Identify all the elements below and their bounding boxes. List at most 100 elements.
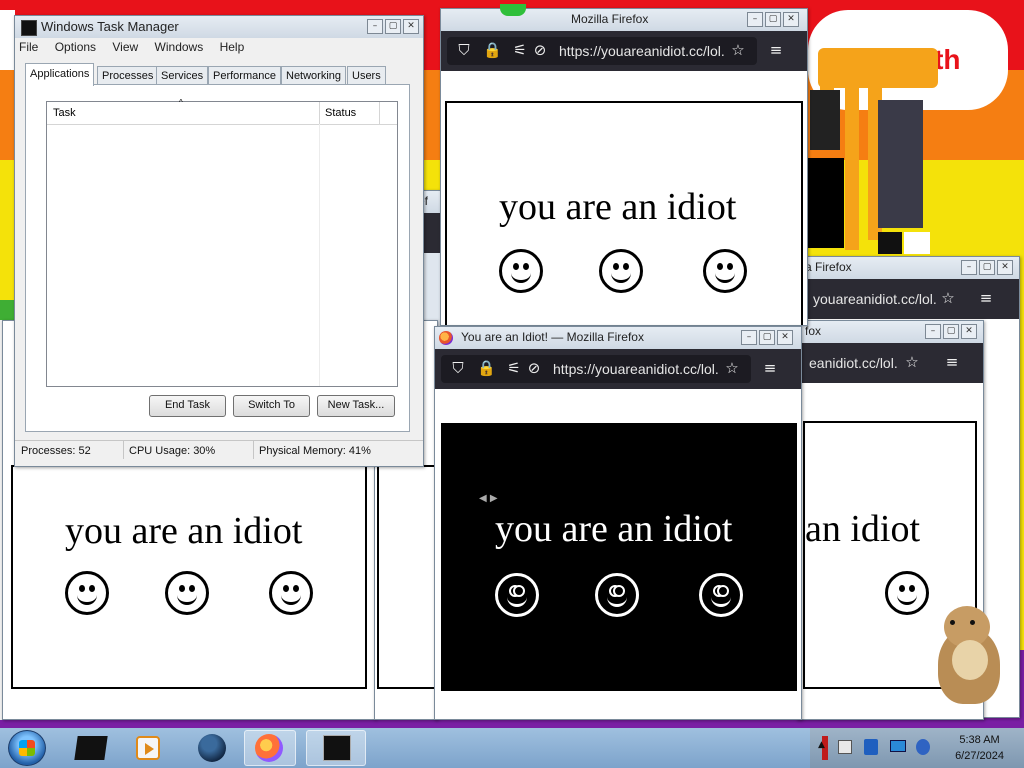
url-text: youareanidiot.cc/lol. (813, 291, 937, 307)
taskbar-app-globe[interactable] (186, 730, 238, 766)
volume-icon[interactable] (916, 739, 930, 755)
maximize-button[interactable]: ▢ (943, 324, 959, 339)
status-memory: Physical Memory: 41% (259, 445, 371, 457)
url-text: https://youareanidiot.cc/lol. (553, 361, 719, 377)
firefox-logo-icon (255, 734, 283, 762)
bookmark-star-icon[interactable]: ☆ (903, 353, 921, 371)
tab-performance[interactable]: Performance (208, 66, 281, 86)
permissions-icon[interactable]: ⚟ (505, 359, 523, 377)
clock[interactable]: 5:38 AM 6/27/2024 (955, 732, 1004, 764)
window-title: Windows Task Manager (41, 19, 179, 34)
maximize-button[interactable]: ▢ (385, 19, 401, 34)
idiot-text: an idiot (805, 508, 921, 550)
menu-options[interactable]: Options (55, 40, 96, 54)
maximize-button[interactable]: ▢ (759, 330, 775, 345)
task-manager-icon (323, 735, 351, 761)
close-button[interactable]: ✕ (403, 19, 419, 34)
taskbar-app-dark-folder[interactable] (68, 730, 120, 766)
desktop-drip-bar (845, 80, 859, 250)
maximize-button[interactable]: ▢ (979, 260, 995, 275)
smiley-icon (885, 571, 929, 615)
minimize-button[interactable]: – (747, 12, 763, 27)
desktop-dark-block (878, 232, 902, 254)
lock-icon[interactable]: 🔒 (483, 41, 502, 59)
taskbar: ▲ 5:38 AM 6/27/2024 (0, 728, 1024, 768)
task-list-header: Task ^ Status (47, 98, 397, 125)
window-titlebar[interactable]: fox – ▢ ✕ (797, 321, 983, 343)
menu-file[interactable]: File (19, 40, 38, 54)
tab-services[interactable]: Services (156, 66, 209, 86)
window-titlebar[interactable]: Mozilla Firefox – ▢ ✕ (441, 9, 807, 31)
status-cpu: CPU Usage: 30% (129, 445, 216, 457)
shield-icon[interactable]: ⛉ (455, 41, 473, 59)
status-divider (253, 441, 254, 459)
firefox-toolbar: eanidiot.cc/lol. ☆ ≡ (797, 343, 983, 383)
menu-view[interactable]: View (112, 40, 138, 54)
firefox-window-front[interactable]: You are an Idiot! — Mozilla Firefox – ▢ … (434, 326, 802, 720)
display-icon[interactable] (890, 740, 906, 752)
smiley-icon (499, 249, 543, 293)
permissions-icon[interactable]: ⚟ (511, 41, 529, 59)
tracking-blocked-icon[interactable]: ⊘ (531, 41, 549, 59)
bookmark-star-icon[interactable]: ☆ (729, 41, 747, 59)
window-title: fox (805, 324, 822, 338)
network-icon[interactable] (864, 739, 878, 755)
start-button[interactable] (8, 730, 46, 766)
tab-processes[interactable]: Processes (97, 66, 159, 86)
tray-arrow-icon[interactable]: ▲ (818, 740, 825, 750)
smiley-icon (599, 249, 643, 293)
new-task-button[interactable]: New Task... (317, 395, 395, 417)
menu-icon[interactable]: ≡ (977, 289, 995, 307)
sort-arrow-icon: ^ (179, 98, 183, 107)
window-titlebar[interactable]: Windows Task Manager – ▢ ✕ (15, 16, 423, 38)
tab-networking[interactable]: Networking (281, 66, 347, 86)
window-title: Mozilla Firefox (571, 12, 649, 26)
column-task[interactable]: Task (53, 107, 76, 119)
firefox-toolbar: ⛉ 🔒 ⚟ ⊘ https://youareanidiot.cc/lol. ☆ … (435, 349, 801, 389)
column-status[interactable]: Status (325, 107, 356, 119)
minimize-button[interactable]: – (925, 324, 941, 339)
menu-icon[interactable]: ≡ (943, 353, 961, 371)
windows-logo-icon (19, 740, 35, 756)
task-list[interactable]: Task ^ Status (46, 98, 398, 387)
window-titlebar[interactable]: You are an Idiot! — Mozilla Firefox – ▢ … (435, 327, 801, 349)
smiley-icon (595, 573, 639, 617)
minimize-button[interactable]: – (367, 19, 383, 34)
bookmark-star-icon[interactable]: ☆ (939, 289, 957, 307)
shield-icon[interactable]: ⛉ (449, 359, 467, 377)
close-button[interactable]: ✕ (997, 260, 1013, 275)
status-divider (123, 441, 124, 459)
switch-to-button[interactable]: Switch To (233, 395, 310, 417)
green-glimpse-icon (500, 4, 526, 16)
dark-box-icon (74, 736, 108, 760)
tracking-blocked-icon[interactable]: ⊘ (525, 359, 543, 377)
column-divider[interactable] (319, 102, 320, 124)
printer-icon[interactable] (838, 740, 852, 754)
smiley-icon (495, 573, 539, 617)
menu-windows[interactable]: Windows (155, 40, 204, 54)
task-manager-window[interactable]: Windows Task Manager – ▢ ✕ File Options … (14, 15, 424, 467)
tab-applications[interactable]: Applications (25, 63, 95, 86)
tab-users[interactable]: Users (347, 66, 386, 86)
minimize-button[interactable]: – (961, 260, 977, 275)
close-button[interactable]: ✕ (961, 324, 977, 339)
smiley-icon (165, 571, 209, 615)
menu-icon[interactable]: ≡ (761, 359, 779, 377)
close-button[interactable]: ✕ (777, 330, 793, 345)
firefox-window-top[interactable]: Mozilla Firefox – ▢ ✕ ⛉ 🔒 ⚟ ⊘ https://yo… (440, 8, 808, 326)
bookmark-star-icon[interactable]: ☆ (723, 359, 741, 377)
close-button[interactable]: ✕ (783, 12, 799, 27)
taskbar-app-firefox[interactable] (244, 730, 296, 766)
menu-bar: File Options View Windows Help (19, 40, 257, 54)
taskbar-app-task-manager[interactable] (306, 730, 366, 766)
maximize-button[interactable]: ▢ (765, 12, 781, 27)
minimize-button[interactable]: – (741, 330, 757, 345)
taskbar-app-media[interactable] (124, 730, 176, 766)
end-task-button[interactable]: End Task (149, 395, 226, 417)
menu-icon[interactable]: ≡ (767, 41, 785, 59)
menu-help[interactable]: Help (220, 40, 245, 54)
window-titlebar[interactable]: a Firefox – ▢ ✕ (801, 257, 1019, 279)
idiot-text: you are an idiot (499, 186, 737, 228)
clock-date: 6/27/2024 (955, 750, 1004, 762)
lock-icon[interactable]: 🔒 (477, 359, 496, 377)
